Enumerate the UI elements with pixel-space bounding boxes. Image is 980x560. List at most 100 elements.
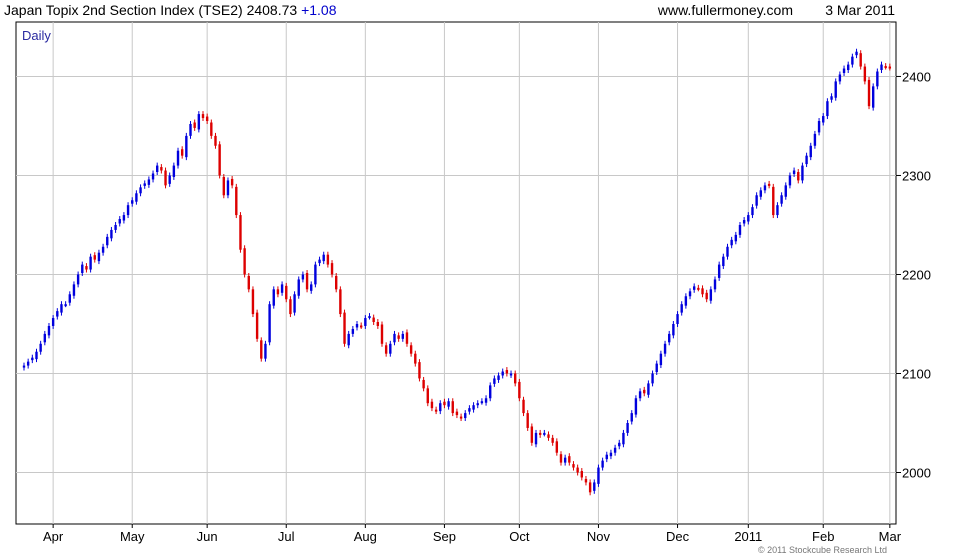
candle-body: [751, 207, 754, 216]
candle-body: [472, 405, 475, 410]
candle-body: [622, 432, 625, 445]
candle-body: [634, 398, 638, 415]
y-tick-label: 2200: [902, 267, 931, 282]
candle-body: [680, 304, 683, 313]
candle-body: [459, 416, 463, 419]
candle-body: [22, 365, 26, 368]
candle-body: [418, 362, 421, 379]
candle-body: [688, 291, 692, 297]
candle-body: [426, 388, 429, 404]
candle-body: [339, 289, 342, 315]
candle-body: [842, 68, 846, 73]
candle-body: [772, 186, 775, 216]
candle-body: [888, 66, 892, 69]
candle-body: [834, 81, 837, 98]
x-tick-label: Jun: [197, 529, 218, 544]
candle-body: [551, 437, 554, 443]
candle-body: [597, 467, 600, 484]
candle-body: [409, 345, 413, 354]
candle-body: [763, 185, 767, 191]
candle-body: [301, 274, 305, 280]
candle-body: [372, 317, 375, 323]
candle-body: [701, 288, 704, 295]
candle-body: [822, 116, 825, 123]
x-tick-label: 2011: [734, 529, 762, 544]
candle-body: [293, 294, 296, 313]
x-tick-label: Jul: [278, 529, 295, 544]
candle-body: [368, 316, 371, 319]
candle-body: [414, 353, 417, 364]
candle-body: [247, 275, 250, 290]
candle-body: [322, 254, 325, 262]
candle-body: [389, 343, 392, 354]
x-tick-label: Apr: [43, 529, 64, 544]
candle-body: [285, 285, 288, 300]
candle-body: [72, 284, 76, 296]
candle-body: [255, 312, 259, 339]
candle-body: [297, 279, 300, 296]
candle-body: [809, 145, 812, 158]
y-tick-label: 2000: [902, 466, 931, 481]
candle-body: [755, 195, 758, 206]
candle-body: [47, 325, 51, 336]
candle-body: [867, 79, 871, 107]
candle-body: [106, 236, 109, 246]
candle-body: [214, 135, 217, 146]
copyright-text: © 2011 Stockcube Research Ltd: [758, 545, 888, 555]
candle-body: [347, 333, 350, 346]
candle-body: [672, 323, 675, 336]
candle-body: [343, 312, 346, 344]
candle-body: [738, 224, 742, 235]
candle-body: [81, 264, 84, 273]
candle-body: [35, 351, 38, 360]
candle-body: [792, 170, 796, 174]
candle-body: [443, 401, 446, 406]
candle-body: [147, 179, 151, 185]
candle-body: [318, 259, 321, 264]
candle-body: [85, 266, 88, 270]
candle-body: [26, 361, 30, 366]
candle-body: [289, 299, 292, 315]
candle-body: [880, 64, 883, 71]
candle-body: [239, 215, 242, 250]
candle-body: [422, 379, 425, 389]
candle-body: [851, 56, 854, 65]
candle-body: [505, 370, 509, 374]
candle-body: [534, 432, 538, 445]
candle-body: [76, 274, 80, 285]
candle-body: [31, 357, 34, 361]
candle-body: [393, 333, 396, 343]
candle-body: [501, 371, 504, 376]
candle-body: [518, 381, 521, 399]
candle-body: [530, 426, 534, 443]
candle-body: [135, 193, 138, 202]
candle-body: [884, 66, 887, 69]
candle-body: [497, 375, 500, 380]
candlestick-chart: 2000 2100 2200 2300 2400 Apr May Jun Jul Aug Sep Oc…: [15, 21, 931, 544]
x-tick-label: May: [120, 529, 145, 544]
y-tick-label: 2400: [902, 69, 931, 84]
candle-body: [39, 343, 42, 352]
candle-body: [643, 389, 646, 394]
candle-body: [68, 294, 71, 303]
candle-body: [730, 239, 733, 246]
candle-body: [468, 408, 471, 412]
candle-body: [351, 328, 355, 334]
candle-body: [780, 195, 783, 204]
candle-body: [871, 86, 875, 108]
candle-body: [559, 454, 563, 463]
candle-body: [805, 155, 808, 165]
candle-body: [676, 314, 679, 324]
candle-body: [709, 289, 713, 301]
y-tick-label: 2300: [902, 168, 931, 183]
candle-body: [538, 432, 542, 435]
candle-body: [397, 335, 400, 339]
candle-body: [222, 176, 226, 196]
candle-body: [651, 373, 654, 384]
candle-body: [863, 66, 867, 82]
candle-body: [668, 333, 671, 343]
candle-body: [260, 340, 263, 359]
candle-body: [330, 263, 334, 275]
candle-body: [401, 333, 405, 339]
x-tick-label: Nov: [587, 529, 611, 544]
